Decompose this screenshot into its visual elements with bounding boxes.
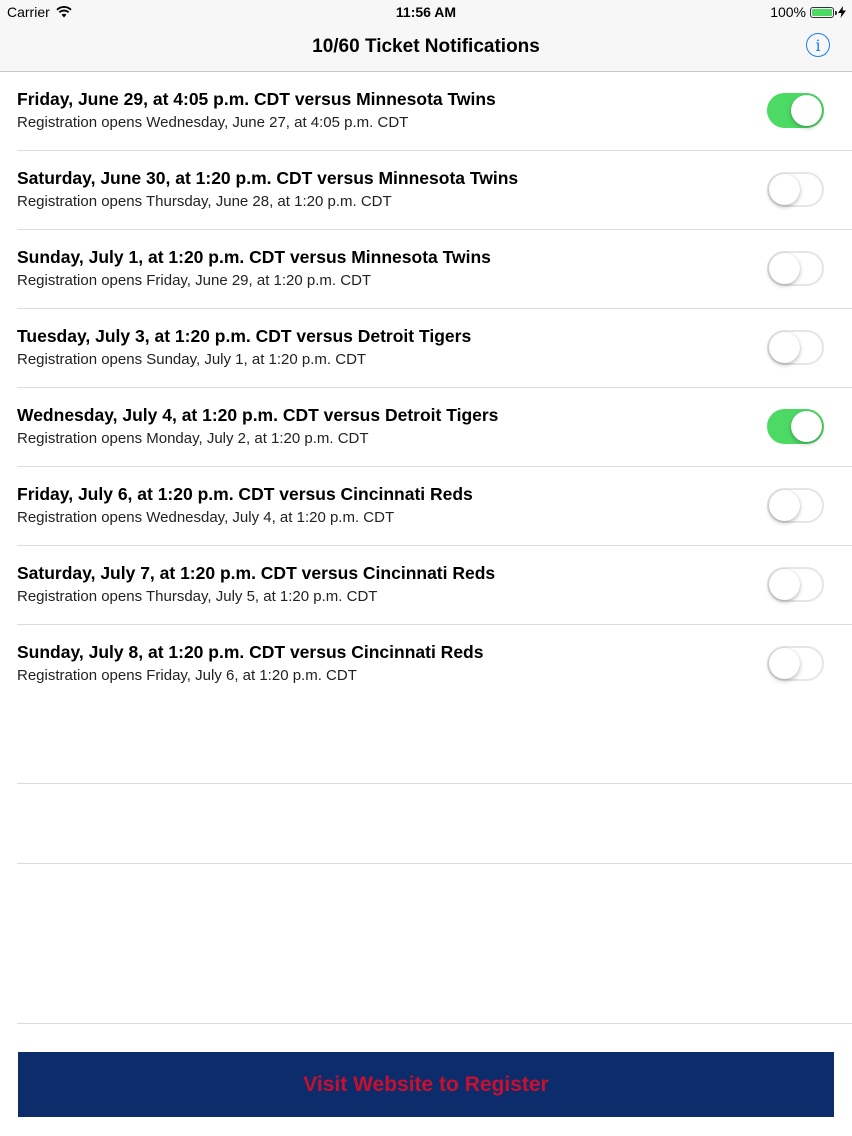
toggle-knob xyxy=(769,569,800,600)
navigation-bar: 10/60 Ticket Notifications i xyxy=(0,24,852,72)
registration-opens-label: Registration opens Friday, June 29, at 1… xyxy=(17,272,372,289)
page-title: 10/60 Ticket Notifications xyxy=(312,36,540,57)
battery-fill xyxy=(812,8,832,16)
separator-row xyxy=(17,943,852,1024)
registration-opens-label: Registration opens Monday, July 2, at 1:… xyxy=(17,430,369,447)
game-row: Friday, July 6, at 1:20 p.m. CDT versus … xyxy=(17,467,852,546)
notification-toggle[interactable] xyxy=(767,409,824,444)
toggle-knob xyxy=(769,332,800,363)
toggle-knob xyxy=(769,253,800,284)
game-title: Wednesday, July 4, at 1:20 p.m. CDT vers… xyxy=(17,405,499,425)
game-title: Tuesday, July 3, at 1:20 p.m. CDT versus… xyxy=(17,326,472,346)
notification-toggle[interactable] xyxy=(767,488,824,523)
clock: 11:56 AM xyxy=(395,4,457,20)
charging-bolt-icon xyxy=(838,6,846,18)
game-row: Sunday, July 8, at 1:20 p.m. CDT versus … xyxy=(17,625,852,704)
toggle-knob xyxy=(791,411,822,442)
toggle-knob xyxy=(769,174,800,205)
game-title: Sunday, July 1, at 1:20 p.m. CDT versus … xyxy=(17,247,491,267)
notification-toggle[interactable] xyxy=(767,646,824,681)
game-row: Tuesday, July 3, at 1:20 p.m. CDT versus… xyxy=(17,309,852,388)
notification-toggle[interactable] xyxy=(767,172,824,207)
registration-opens-label: Registration opens Sunday, July 1, at 1:… xyxy=(17,351,367,368)
registration-opens-label: Registration opens Friday, July 6, at 1:… xyxy=(17,667,357,684)
empty-row xyxy=(0,704,852,783)
visit-website-register-button[interactable]: Visit Website to Register xyxy=(18,1052,834,1117)
status-right: 100% xyxy=(770,4,846,20)
registration-opens-label: Registration opens Thursday, July 5, at … xyxy=(17,588,378,605)
battery-percent: 100% xyxy=(770,4,806,20)
separator-row xyxy=(17,783,852,864)
status-bar: Carrier 11:56 AM 100% xyxy=(0,0,852,24)
game-row: Sunday, July 1, at 1:20 p.m. CDT versus … xyxy=(17,230,852,309)
notification-toggle[interactable] xyxy=(767,93,824,128)
toggle-knob xyxy=(769,490,800,521)
game-row: Saturday, July 7, at 1:20 p.m. CDT versu… xyxy=(17,546,852,625)
game-title: Saturday, June 30, at 1:20 p.m. CDT vers… xyxy=(17,168,519,188)
game-row: Saturday, June 30, at 1:20 p.m. CDT vers… xyxy=(17,151,852,230)
empty-row xyxy=(0,864,852,943)
toggle-knob xyxy=(791,95,822,126)
toggle-knob xyxy=(769,648,800,679)
register-button-label: Visit Website to Register xyxy=(303,1072,549,1096)
info-icon[interactable]: i xyxy=(806,33,830,57)
game-title: Friday, July 6, at 1:20 p.m. CDT versus … xyxy=(17,484,473,504)
registration-opens-label: Registration opens Wednesday, July 4, at… xyxy=(17,509,395,526)
game-title: Saturday, July 7, at 1:20 p.m. CDT versu… xyxy=(17,563,496,583)
battery-icon xyxy=(810,6,837,18)
notification-toggle[interactable] xyxy=(767,251,824,286)
info-glyph: i xyxy=(815,35,821,55)
game-title: Friday, June 29, at 4:05 p.m. CDT versus… xyxy=(17,89,496,109)
game-list: Friday, June 29, at 4:05 p.m. CDT versus… xyxy=(0,72,852,1024)
notification-toggle[interactable] xyxy=(767,567,824,602)
game-row: Friday, June 29, at 4:05 p.m. CDT versus… xyxy=(17,72,852,151)
game-title: Sunday, July 8, at 1:20 p.m. CDT versus … xyxy=(17,642,484,662)
registration-opens-label: Registration opens Wednesday, June 27, a… xyxy=(17,114,409,131)
registration-opens-label: Registration opens Thursday, June 28, at… xyxy=(17,193,392,210)
game-row: Wednesday, July 4, at 1:20 p.m. CDT vers… xyxy=(17,388,852,467)
notification-toggle[interactable] xyxy=(767,330,824,365)
